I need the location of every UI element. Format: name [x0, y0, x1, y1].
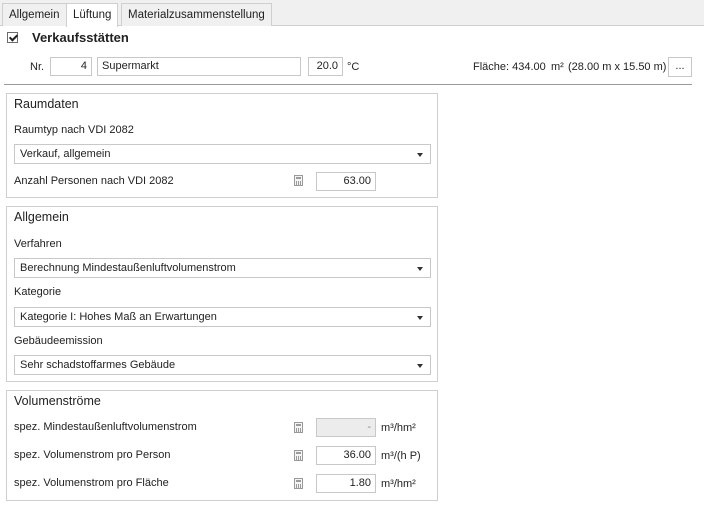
flaeche-unit: m² [551, 61, 564, 73]
kategorie-value: Kategorie I: Hohes Maß an Erwartungen [20, 311, 217, 323]
more-button[interactable]: ... [668, 57, 692, 77]
personen-field[interactable]: 63.00 [316, 172, 376, 191]
verfahren-dropdown[interactable]: Berechnung Mindestaußenluftvolumenstrom [14, 258, 431, 278]
raumdaten-title: Raumdaten [14, 97, 79, 111]
gebaeudeemission-value: Sehr schadstoffarmes Gebäude [20, 359, 176, 371]
chevron-down-icon [417, 153, 423, 157]
raumtyp-label: Raumtyp nach VDI 2082 [14, 124, 134, 136]
verfahren-value: Berechnung Mindestaußenluftvolumenstrom [20, 262, 236, 274]
temperature-field[interactable]: 20.0 [308, 57, 343, 76]
chevron-down-icon [417, 316, 423, 320]
raumtyp-value: Verkauf, allgemein [20, 148, 111, 160]
temperature-unit: °C [347, 61, 360, 73]
allgemein-title: Allgemein [14, 210, 69, 224]
raumtyp-dropdown[interactable]: Verkauf, allgemein [14, 144, 431, 164]
verkaufsstaetten-checkbox[interactable] [7, 32, 18, 43]
room-name-field[interactable]: Supermarkt [97, 57, 301, 76]
calculator-icon[interactable] [294, 478, 303, 489]
volumenstrom-flaeche-field[interactable]: 1.80 [316, 474, 376, 493]
header-separator [4, 84, 692, 85]
tab-materialzusammenstellung[interactable]: Materialzusammenstellung [121, 3, 272, 26]
volumenstrom-flaeche-label: spez. Volumenstrom pro Fläche [14, 477, 169, 489]
volumenstrom-person-unit: m³/(h P) [381, 450, 421, 462]
kategorie-label: Kategorie [14, 286, 62, 298]
raumdaten-group: Raumdaten Raumtyp nach VDI 2082 Verkauf,… [6, 93, 438, 198]
volumenstrom-person-label: spez. Volumenstrom pro Person [14, 449, 171, 461]
chevron-down-icon [417, 267, 423, 271]
flaeche-label: Fläche: 434.00 [473, 61, 546, 73]
volumenstrom-person-field[interactable]: 36.00 [316, 446, 376, 465]
mindestaussenluft-field: - [316, 418, 376, 437]
calculator-icon[interactable] [294, 175, 303, 186]
kategorie-dropdown[interactable]: Kategorie I: Hohes Maß an Erwartungen [14, 307, 431, 327]
volumenstroeme-group: Volumenströme spez. Mindestaußenluftvolu… [6, 390, 438, 501]
tab-bar: Allgemein Lüftung Materialzusammenstellu… [0, 0, 704, 27]
flaeche-dimensions: (28.00 m x 15.50 m) [568, 61, 667, 73]
tab-lueftung[interactable]: Lüftung [66, 3, 119, 27]
allgemein-group: Allgemein Verfahren Berechnung Mindestau… [6, 206, 438, 382]
gebaeudeemission-dropdown[interactable]: Sehr schadstoffarmes Gebäude [14, 355, 431, 375]
chevron-down-icon [417, 364, 423, 368]
calculator-icon[interactable] [294, 450, 303, 461]
tab-allgemein[interactable]: Allgemein [2, 3, 67, 26]
gebaeudeemission-label: Gebäudeemission [14, 335, 103, 347]
page-title: Verkaufsstätten [32, 30, 129, 45]
calculator-icon[interactable] [294, 422, 303, 433]
volumenstroeme-title: Volumenströme [14, 394, 101, 408]
nr-label: Nr. [30, 61, 45, 73]
mindestaussenluft-label: spez. Mindestaußenluftvolumenstrom [14, 421, 197, 433]
nr-field[interactable]: 4 [50, 57, 92, 76]
mindestaussenluft-unit: m³/hm² [381, 422, 416, 434]
verfahren-label: Verfahren [14, 238, 62, 250]
personen-label: Anzahl Personen nach VDI 2082 [14, 175, 174, 187]
volumenstrom-flaeche-unit: m³/hm² [381, 478, 416, 490]
